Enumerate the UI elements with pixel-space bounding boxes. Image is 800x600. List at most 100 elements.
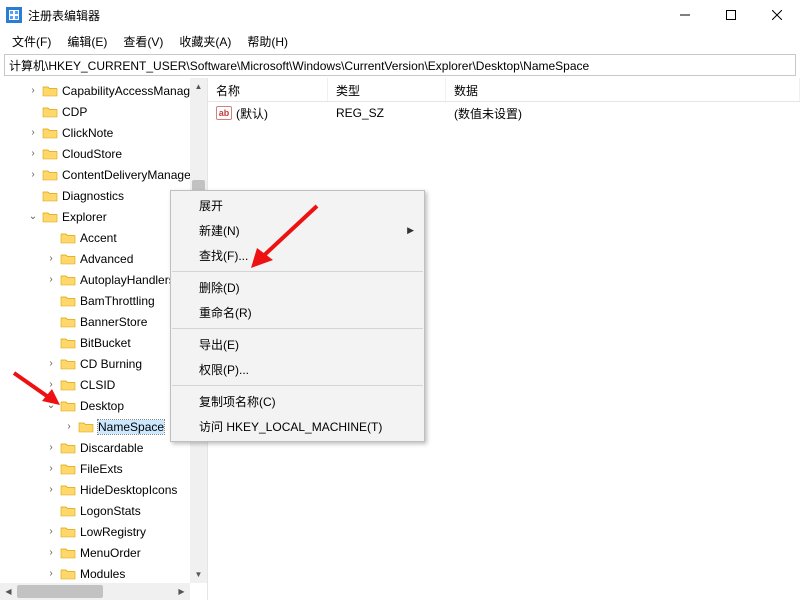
tree-label: Discardable bbox=[80, 441, 143, 455]
tree-label: ClickNote bbox=[62, 126, 113, 140]
tree-label: Explorer bbox=[62, 210, 107, 224]
tree-label: BannerStore bbox=[80, 315, 147, 329]
tree-label: FileExts bbox=[80, 462, 123, 476]
menu-favorites[interactable]: 收藏夹(A) bbox=[171, 31, 239, 52]
chevron-right-icon[interactable]: › bbox=[44, 568, 58, 579]
folder-icon bbox=[60, 567, 76, 581]
col-data[interactable]: 数据 bbox=[446, 78, 800, 101]
tree-scrollbar-horizontal[interactable]: ◀ ▶ bbox=[0, 583, 190, 600]
tree-label: AutoplayHandlers bbox=[80, 273, 175, 287]
folder-icon bbox=[60, 273, 76, 287]
scroll-up-button[interactable]: ▲ bbox=[190, 78, 207, 95]
tree-label: NameSpace bbox=[98, 420, 164, 434]
value-row[interactable]: ab (默认) REG_SZ (数值未设置) bbox=[208, 102, 800, 124]
tree-item[interactable]: › HideDesktopIcons bbox=[0, 479, 207, 500]
tree-item[interactable]: › FileExts bbox=[0, 458, 207, 479]
folder-icon bbox=[60, 462, 76, 476]
tree-label: HideDesktopIcons bbox=[80, 483, 177, 497]
folder-icon bbox=[60, 441, 76, 455]
tree-item[interactable]: ·LogonStats bbox=[0, 500, 207, 521]
tree-label: Modules bbox=[80, 567, 125, 581]
tree-label: Accent bbox=[80, 231, 117, 245]
chevron-right-icon[interactable]: › bbox=[44, 442, 58, 453]
minimize-button[interactable] bbox=[662, 0, 708, 30]
folder-icon bbox=[78, 420, 94, 434]
col-type[interactable]: 类型 bbox=[328, 78, 446, 101]
value-name-cell: ab (默认) bbox=[208, 105, 328, 122]
close-button[interactable] bbox=[754, 0, 800, 30]
folder-icon bbox=[60, 336, 76, 350]
tree-item[interactable]: › ClickNote bbox=[0, 122, 207, 143]
tree-label: LowRegistry bbox=[80, 525, 146, 539]
value-data: (数值未设置) bbox=[446, 105, 800, 122]
tree-label: Desktop bbox=[80, 399, 124, 413]
tree-item[interactable]: › Modules bbox=[0, 563, 207, 584]
tree-label: CLSID bbox=[80, 378, 115, 392]
scroll-down-button[interactable]: ▼ bbox=[190, 566, 207, 583]
folder-icon bbox=[42, 147, 58, 161]
value-name: (默认) bbox=[236, 105, 268, 122]
titlebar: 注册表编辑器 bbox=[0, 0, 800, 30]
tree-label: CloudStore bbox=[62, 147, 122, 161]
address-bar[interactable]: 计算机\HKEY_CURRENT_USER\Software\Microsoft… bbox=[4, 54, 796, 76]
tree-label: BamThrottling bbox=[80, 294, 155, 308]
folder-icon bbox=[42, 189, 58, 203]
menubar: 文件(F) 编辑(E) 查看(V) 收藏夹(A) 帮助(H) bbox=[0, 30, 800, 52]
ctx-separator bbox=[172, 385, 423, 386]
tree-item[interactable]: › CapabilityAccessManager bbox=[0, 80, 207, 101]
tree-item[interactable]: › CloudStore bbox=[0, 143, 207, 164]
col-name[interactable]: 名称 bbox=[208, 78, 328, 101]
chevron-right-icon[interactable]: › bbox=[26, 127, 40, 138]
string-value-icon: ab bbox=[216, 106, 232, 120]
values-header: 名称 类型 数据 bbox=[208, 78, 800, 102]
chevron-right-icon[interactable]: › bbox=[44, 526, 58, 537]
tree-label: MenuOrder bbox=[80, 546, 141, 560]
tree-item[interactable]: ›ContentDeliveryManager bbox=[0, 164, 207, 185]
chevron-right-icon[interactable]: › bbox=[44, 484, 58, 495]
folder-icon bbox=[42, 126, 58, 140]
folder-icon bbox=[42, 210, 58, 224]
ctx-goto[interactable]: 访问 HKEY_LOCAL_MACHINE(T) bbox=[171, 414, 424, 439]
value-type: REG_SZ bbox=[328, 106, 446, 120]
scroll-track-h[interactable] bbox=[17, 583, 173, 600]
tree-label: BitBucket bbox=[80, 336, 131, 350]
menu-file[interactable]: 文件(F) bbox=[4, 31, 59, 52]
chevron-down-icon[interactable]: ⌄ bbox=[26, 211, 40, 222]
tree-item[interactable]: ·CDP bbox=[0, 101, 207, 122]
tree-item[interactable]: › MenuOrder bbox=[0, 542, 207, 563]
tree-label: CapabilityAccessManager bbox=[62, 84, 201, 98]
chevron-right-icon[interactable]: › bbox=[26, 169, 40, 180]
chevron-right-icon[interactable]: › bbox=[44, 463, 58, 474]
folder-icon bbox=[42, 168, 58, 182]
scroll-right-button[interactable]: ▶ bbox=[173, 583, 190, 600]
chevron-right-icon[interactable]: › bbox=[26, 148, 40, 159]
ctx-export[interactable]: 导出(E) bbox=[171, 332, 424, 357]
scroll-left-button[interactable]: ◀ bbox=[0, 583, 17, 600]
folder-icon bbox=[60, 483, 76, 497]
folder-icon bbox=[42, 105, 58, 119]
chevron-right-icon[interactable]: › bbox=[26, 85, 40, 96]
folder-icon bbox=[60, 231, 76, 245]
menu-help[interactable]: 帮助(H) bbox=[239, 31, 296, 52]
folder-icon bbox=[60, 315, 76, 329]
tree-label: Advanced bbox=[80, 252, 133, 266]
chevron-right-icon[interactable]: › bbox=[44, 274, 58, 285]
ctx-copyname[interactable]: 复制项名称(C) bbox=[171, 389, 424, 414]
menu-edit[interactable]: 编辑(E) bbox=[59, 31, 115, 52]
chevron-right-icon[interactable]: › bbox=[44, 547, 58, 558]
tree-label: CDP bbox=[62, 105, 87, 119]
tree-item[interactable]: › LowRegistry bbox=[0, 521, 207, 542]
scroll-thumb-h[interactable] bbox=[17, 585, 103, 598]
chevron-right-icon[interactable]: › bbox=[44, 253, 58, 264]
ctx-rename[interactable]: 重命名(R) bbox=[171, 300, 424, 325]
tree-label: Diagnostics bbox=[62, 189, 124, 203]
menu-view[interactable]: 查看(V) bbox=[115, 31, 171, 52]
maximize-button[interactable] bbox=[708, 0, 754, 30]
folder-icon bbox=[60, 252, 76, 266]
folder-icon bbox=[60, 294, 76, 308]
annotation-arrow bbox=[245, 200, 325, 280]
chevron-right-icon[interactable]: › bbox=[62, 421, 76, 432]
folder-icon bbox=[42, 84, 58, 98]
ctx-permissions[interactable]: 权限(P)... bbox=[171, 357, 424, 382]
annotation-arrow bbox=[12, 365, 72, 415]
